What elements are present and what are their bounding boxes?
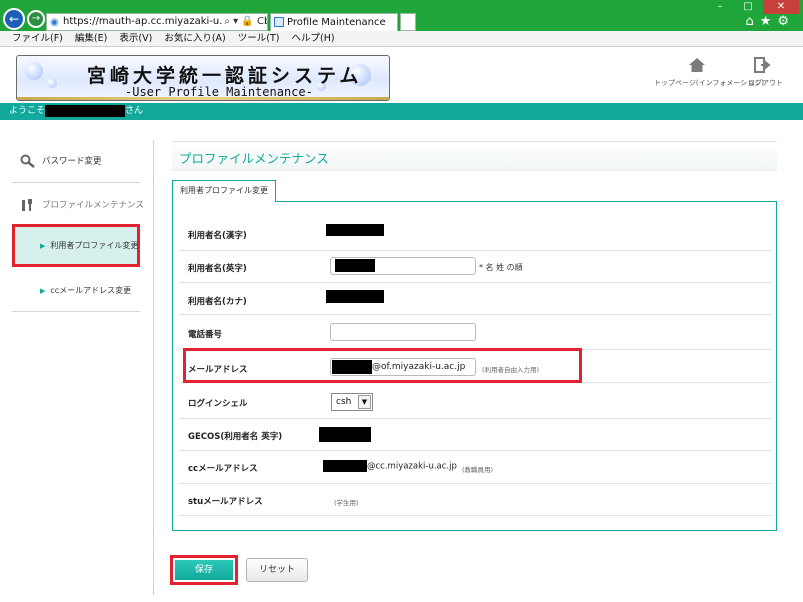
redacted-username xyxy=(45,104,126,117)
sidebar-divider xyxy=(153,140,154,595)
menu-view[interactable]: 表示(V) xyxy=(119,33,152,44)
sidebar-item-cc-email[interactable]: ▶ ccメールアドレス変更 xyxy=(40,285,131,296)
address-controls[interactable]: ⌕ ▾ 🔒 C xyxy=(222,14,264,30)
form-row xyxy=(179,216,771,251)
cc-email-value: @cc.miyazaki-u.ac.jp xyxy=(323,460,457,472)
new-tab-button[interactable] xyxy=(400,13,416,31)
tab-favicon-icon xyxy=(274,17,284,27)
sidebar-item-user-profile[interactable]: ▶ 利用者プロファイル変更 xyxy=(12,224,140,267)
back-icon[interactable]: ← xyxy=(3,8,25,30)
address-bar[interactable]: ◉ https://mauth-ap.cc.miyazaki-u.ac.jp/w… xyxy=(46,13,268,31)
reset-button[interactable]: リセット xyxy=(246,558,308,582)
tab-title: Profile Maintenance xyxy=(287,17,386,28)
triangle-right-icon: ▶ xyxy=(40,287,46,295)
menu-bar: ファイル(F) 編集(E) 表示(V) お気に入り(A) ツール(T) ヘルプ(… xyxy=(0,31,803,47)
logo-bubble xyxy=(47,78,57,88)
forward-icon[interactable]: → xyxy=(27,10,45,28)
redacted-gecos xyxy=(319,427,371,442)
cc-email-domain: @cc.miyazaki-u.ac.jp xyxy=(367,461,457,472)
menu-edit[interactable]: 編集(E) xyxy=(75,33,107,44)
name-english-note: * 名 姓 の順 xyxy=(479,263,523,272)
home-link[interactable]: トップページ(インフォメーション) xyxy=(654,56,764,88)
sidebar-item-label: 利用者プロファイル変更 xyxy=(50,241,139,250)
redacted-name-kanji xyxy=(326,224,384,236)
menu-tools[interactable]: ツール(T) xyxy=(238,33,280,44)
menu-file[interactable]: ファイル(F) xyxy=(12,33,63,44)
stu-email-label: stuメールアドレス xyxy=(188,497,263,507)
browser-tab[interactable]: Profile Maintenance xyxy=(270,13,398,31)
sidebar-item-label: パスワード変更 xyxy=(42,156,102,167)
name-english-label: 利用者名(英字) xyxy=(188,264,247,274)
form-row xyxy=(179,283,771,315)
cc-email-note: (教職員用) xyxy=(462,466,494,474)
shell-label: ログインシェル xyxy=(188,399,248,409)
redacted-name-english xyxy=(335,259,375,272)
stu-email-note: (学生用) xyxy=(334,499,359,507)
shell-select[interactable]: csh ▼ xyxy=(331,393,373,411)
welcome-suffix: さん xyxy=(125,106,144,116)
maximize-button[interactable]: □ xyxy=(735,0,761,14)
logout-icon xyxy=(754,57,771,73)
tools-icon xyxy=(22,199,32,211)
sidebar-separator xyxy=(12,182,140,183)
close-button[interactable]: ✕ xyxy=(763,0,799,14)
sidebar-item-profile[interactable]: プロファイルメンテナンス xyxy=(20,198,144,212)
menu-help[interactable]: ヘルプ(H) xyxy=(292,33,335,44)
logout-link[interactable]: ログアウト xyxy=(748,56,783,88)
form-row xyxy=(179,484,771,516)
sidebar-separator xyxy=(12,311,140,312)
name-english-input[interactable] xyxy=(330,257,476,275)
phone-input[interactable] xyxy=(330,323,476,341)
menu-favorites[interactable]: お気に入り(A) xyxy=(164,33,225,44)
window-controls: – □ ✕ xyxy=(707,0,799,14)
form-tab[interactable]: 利用者プロファイル変更 xyxy=(172,180,276,202)
page-header: プロファイルメンテナンス xyxy=(172,141,777,171)
site-logo: 宮崎大学統一認証システム -User Profile Maintenance- xyxy=(16,55,390,101)
cc-email-label: ccメールアドレス xyxy=(188,464,258,474)
gecos-label: GECOS(利用者名 英字) xyxy=(188,432,283,442)
redacted-name-kana xyxy=(326,290,384,303)
phone-label: 電話番号 xyxy=(188,330,223,340)
name-kanji-label: 利用者名(漢字) xyxy=(188,231,247,241)
chevron-down-icon: ▼ xyxy=(358,395,371,409)
sidebar-item-password[interactable]: パスワード変更 xyxy=(20,154,102,168)
page-title: プロファイルメンテナンス xyxy=(179,151,329,166)
logo-title: 宮崎大学統一認証システム xyxy=(87,65,363,87)
browser-titlebar: ← → ◉ https://mauth-ap.cc.miyazaki-u.ac.… xyxy=(0,0,803,31)
logo-stripe xyxy=(17,97,389,100)
sidebar-item-label: プロファイルメンテナンス xyxy=(42,200,144,211)
welcome-prefix: ようこそ xyxy=(9,106,46,116)
sidebar-item-label: ccメールアドレス変更 xyxy=(50,286,132,295)
home-icon xyxy=(689,58,705,72)
logout-label: ログアウト xyxy=(748,79,783,87)
form-row xyxy=(179,383,771,419)
page-favicon-icon: ◉ xyxy=(50,17,59,28)
minimize-button[interactable]: – xyxy=(707,0,733,14)
save-button[interactable]: 保存 xyxy=(170,555,238,585)
triangle-right-icon: ▶ xyxy=(40,242,46,250)
redacted-cc-user xyxy=(323,460,367,472)
magnifier-icon xyxy=(20,154,35,168)
shell-value: csh xyxy=(336,397,352,407)
welcome-bar: ようこそ さん xyxy=(0,103,803,120)
save-button-label: 保存 xyxy=(175,560,233,580)
email-highlight-box xyxy=(183,348,582,383)
logo-bubble xyxy=(25,62,43,80)
name-kana-label: 利用者名(カナ) xyxy=(188,297,247,307)
toolbar-icons[interactable]: ⌂★⚙ xyxy=(745,14,795,29)
